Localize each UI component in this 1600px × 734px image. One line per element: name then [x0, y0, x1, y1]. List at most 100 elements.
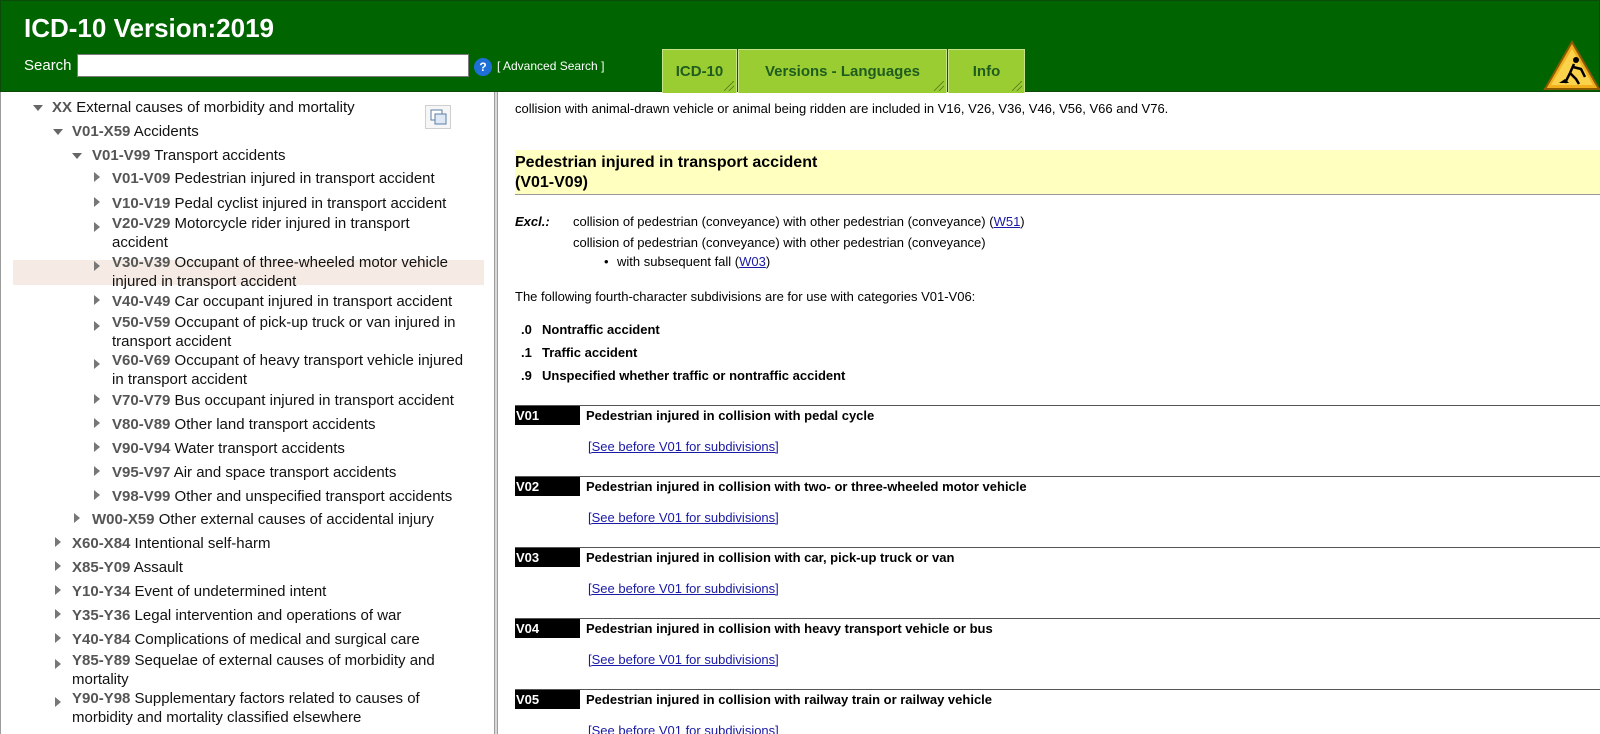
chevron-right-icon[interactable] [55, 561, 61, 571]
tree-item-y90-y98[interactable]: Y90-Y98 Supplementary factors related to… [72, 689, 420, 727]
chevron-right-icon[interactable] [94, 490, 100, 500]
tree-item-label: Pedestrian injured in transport accident [174, 170, 435, 187]
chevron-right-icon[interactable] [55, 659, 61, 669]
bullet-icon: • [604, 254, 609, 269]
tree-item-y35-y36[interactable]: Y35-Y36 Legal intervention and operation… [72, 606, 401, 625]
chevron-right-icon[interactable] [94, 359, 100, 369]
tree-item-v01-v99[interactable]: V01-V99 Transport accidents [92, 146, 285, 165]
tree-item-code: V80-V89 [112, 416, 171, 433]
tree-item-code: V70-V79 [112, 392, 171, 409]
see-subdivisions-link[interactable]: [See before V01 for subdivisions] [588, 510, 779, 525]
tree-item-label: Accidents [133, 123, 199, 140]
advanced-search-link[interactable]: [ Advanced Search ] [497, 59, 604, 73]
chevron-right-icon[interactable] [55, 585, 61, 595]
tree-item-x60-x84[interactable]: X60-X84 Intentional self-harm [72, 534, 270, 553]
tree-item-v98-v99[interactable]: V98-V99 Other and unspecified transport … [112, 487, 452, 506]
tab-info[interactable]: Info [948, 49, 1025, 93]
chevron-right-icon[interactable] [94, 172, 100, 182]
tab-label: Info [972, 63, 1001, 80]
tree-item-v70-v79[interactable]: V70-V79 Bus occupant injured in transpor… [112, 391, 454, 410]
category-title: Pedestrian injured in collision with car… [586, 550, 955, 565]
chevron-right-icon[interactable] [55, 537, 61, 547]
tree-item-v40-v49[interactable]: V40-V49 Car occupant injured in transpor… [112, 292, 452, 311]
chevron-right-icon[interactable] [55, 609, 61, 619]
search-input[interactable] [77, 54, 469, 77]
tree-item-code: W00-X59 [92, 511, 155, 528]
tree-item-code: V98-V99 [112, 488, 171, 505]
chevron-right-icon[interactable] [94, 222, 100, 232]
chevron-down-icon[interactable] [33, 105, 43, 111]
subdivision-code: .1 [521, 345, 532, 360]
exclusion-label: Excl.: [515, 214, 550, 229]
tree-item-v30-v39[interactable]: V30-V39 Occupant of three-wheeled motor … [112, 253, 448, 291]
block-title: Pedestrian injured in transport accident [515, 154, 818, 171]
tree-item-v80-v89[interactable]: V80-V89 Other land transport accidents [112, 415, 376, 434]
tree-item-label-continued: transport accident [112, 333, 232, 350]
chevron-right-icon[interactable] [94, 442, 100, 452]
tree-item-x85-y09[interactable]: X85-Y09 Assault [72, 558, 183, 577]
tree-item-v90-v94[interactable]: V90-V94 Water transport accidents [112, 439, 345, 458]
chevron-right-icon[interactable] [94, 321, 100, 331]
tree-item-v95-v97[interactable]: V95-V97 Air and space transport accident… [112, 463, 396, 482]
chevron-down-icon[interactable] [53, 129, 63, 135]
chevron-down-icon[interactable] [72, 153, 82, 159]
tree-item-v60-v69[interactable]: V60-V69 Occupant of heavy transport vehi… [112, 351, 463, 389]
help-icon[interactable]: ? [474, 58, 492, 76]
chevron-right-icon[interactable] [94, 418, 100, 428]
tree-item-y10-y34[interactable]: Y10-Y34 Event of undetermined intent [72, 582, 326, 601]
category-code: V04 [515, 619, 580, 638]
tree-item-code: Y35-Y36 [72, 607, 131, 624]
category-title: Pedestrian injured in collision with ped… [586, 408, 875, 423]
subdivision-label: Unspecified whether traffic or nontraffi… [542, 368, 846, 383]
road-works-warning-icon[interactable] [1543, 39, 1600, 91]
tree-item-label-continued: mortality [72, 671, 129, 688]
copy-icon[interactable] [425, 105, 451, 129]
tree-item-label: Water transport accidents [174, 440, 345, 457]
tree-item-label: Occupant of heavy transport vehicle inju… [174, 352, 464, 369]
chevron-right-icon[interactable] [94, 295, 100, 305]
tree-item-y85-y89[interactable]: Y85-Y89 Sequelae of external causes of m… [72, 651, 435, 689]
see-subdivisions-link[interactable]: [See before V01 for subdivisions] [588, 581, 779, 596]
category-title: Pedestrian injured in collision with two… [586, 479, 1027, 494]
exclusion-text: collision of pedestrian (conveyance) wit… [573, 214, 994, 229]
tree-item-v10-v19[interactable]: V10-V19 Pedal cyclist injured in transpo… [112, 194, 446, 213]
tree-item-xx[interactable]: XX External causes of morbidity and mort… [52, 98, 355, 117]
chevron-right-icon[interactable] [55, 633, 61, 643]
panel-splitter[interactable] [495, 92, 498, 734]
tab-icd-10[interactable]: ICD-10 [662, 49, 737, 93]
chevron-right-icon[interactable] [94, 197, 100, 207]
category-title: Pedestrian injured in collision with hea… [586, 621, 993, 636]
resize-grip-icon [724, 81, 734, 91]
tree-item-code: XX [52, 99, 73, 116]
see-subdivisions-link[interactable]: [See before V01 for subdivisions] [588, 652, 779, 667]
tree-item-v01-v09[interactable]: V01-V09 Pedestrian injured in transport … [112, 169, 435, 188]
tree-item-w00-x59[interactable]: W00-X59 Other external causes of acciden… [92, 510, 434, 529]
exclusion-item: collision of pedestrian (conveyance) wit… [573, 214, 1025, 229]
tree-item-code: V50-V59 [112, 314, 171, 331]
tree-item-label-continued: morbidity and mortality classified elsew… [72, 709, 362, 726]
header-bar: ICD-10 Version:2019 Search ? [ Advanced … [0, 0, 1600, 93]
tree-item-y40-y84[interactable]: Y40-Y84 Complications of medical and sur… [72, 630, 420, 649]
chevron-right-icon[interactable] [94, 261, 100, 271]
see-subdivisions-link[interactable]: [See before V01 for subdivisions] [588, 439, 779, 454]
chevron-right-icon[interactable] [55, 697, 61, 707]
tab-versions-languages[interactable]: Versions - Languages [738, 49, 947, 93]
link-w51[interactable]: W51 [994, 214, 1021, 229]
tree-item-code: V20-V29 [112, 215, 171, 232]
tree-item-label: Occupant of three-wheeled motor vehicle [174, 254, 449, 271]
tree-item-label-continued: injured in transport accident [112, 273, 297, 290]
tree-item-label: Bus occupant injured in transport accide… [174, 392, 454, 409]
see-subdivisions-link[interactable]: [See before V01 for subdivisions] [588, 723, 779, 734]
chevron-right-icon[interactable] [74, 513, 80, 523]
chevron-right-icon[interactable] [94, 394, 100, 404]
link-w03[interactable]: W03 [739, 254, 766, 269]
tree-item-code: V30-V39 [112, 254, 171, 271]
tree-item-v01-x59[interactable]: V01-X59 Accidents [72, 122, 199, 141]
tree-item-v20-v29[interactable]: V20-V29 Motorcycle rider injured in tran… [112, 214, 410, 252]
tree-item-code: X60-X84 [72, 535, 131, 552]
tree-item-label: Occupant of pick-up truck or van injured… [174, 314, 456, 331]
tree-item-code: V01-X59 [72, 123, 131, 140]
chevron-right-icon[interactable] [94, 466, 100, 476]
subdivision-label: Traffic accident [542, 345, 638, 360]
tree-item-v50-v59[interactable]: V50-V59 Occupant of pick-up truck or van… [112, 313, 456, 351]
